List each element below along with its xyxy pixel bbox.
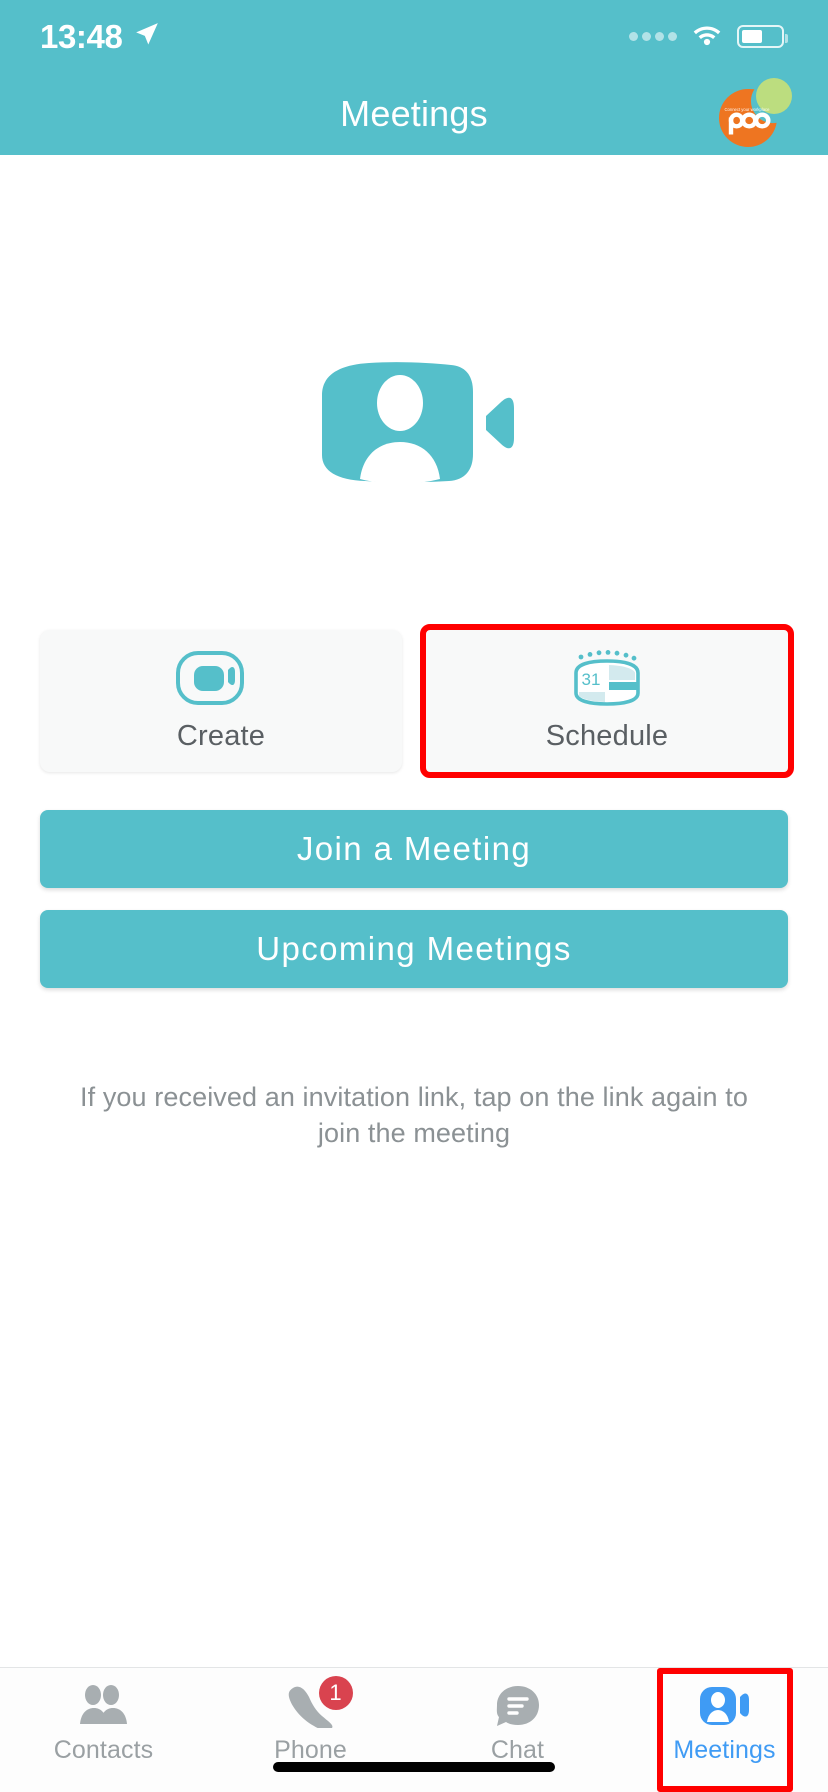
app-header: 13:48 Meetings Connect your workplace	[0, 0, 828, 155]
tab-phone-label: Phone	[274, 1736, 347, 1764]
tab-meetings[interactable]: Meetings	[621, 1682, 828, 1778]
create-card-label: Create	[176, 719, 266, 752]
phone-handset-icon: 1	[285, 1676, 353, 1728]
video-person-icon	[314, 355, 514, 490]
home-indicator	[273, 1762, 555, 1772]
tab-meetings-label: Meetings	[673, 1736, 776, 1764]
schedule-card-label: Schedule	[545, 719, 669, 752]
main-content: Create 31 Schedule Join a Meeting Upcomi…	[0, 155, 828, 1667]
svg-text:Connect your workplace: Connect your workplace	[725, 107, 771, 112]
battery-icon	[737, 24, 788, 48]
meetings-video-icon	[697, 1682, 753, 1728]
signal-dots-icon	[629, 31, 677, 41]
join-meeting-button[interactable]: Join a Meeting	[40, 810, 788, 888]
contacts-people-icon	[76, 1682, 132, 1728]
helper-text: If you received an invitation link, tap …	[80, 1082, 748, 1148]
avatar-logo-icon[interactable]: Connect your workplace	[714, 75, 792, 153]
tab-chat-label: Chat	[490, 1736, 545, 1764]
video-camera-icon	[174, 650, 268, 706]
schedule-meeting-card[interactable]: 31 Schedule	[420, 624, 794, 778]
status-bar-left: 13:48	[40, 20, 160, 53]
app-root: 13:48 Meetings Connect your workplace Cr…	[0, 0, 828, 1792]
status-bar-right	[629, 22, 788, 51]
status-time: 13:48	[40, 17, 123, 55]
upcoming-meetings-button[interactable]: Upcoming Meetings	[40, 910, 788, 988]
quick-action-cards: Create 31 Schedule	[40, 624, 794, 778]
navigation-bar: Meetings Connect your workplace	[0, 72, 828, 155]
chat-bubble-icon	[493, 1682, 543, 1728]
svg-text:31: 31	[582, 670, 601, 689]
status-bar: 13:48	[0, 0, 828, 72]
page-title: Meetings	[340, 92, 488, 134]
location-arrow-icon	[134, 21, 160, 52]
bottom-tab-bar: Contacts 1 Phone Chat Meetings	[0, 1667, 828, 1792]
tab-contacts-label: Contacts	[53, 1736, 154, 1764]
phone-badge: 1	[318, 1676, 353, 1710]
create-meeting-card[interactable]: Create	[40, 630, 402, 772]
tab-contacts[interactable]: Contacts	[0, 1682, 207, 1778]
wifi-icon	[691, 22, 723, 51]
primary-actions: Join a Meeting Upcoming Meetings	[40, 810, 788, 988]
calendar-31-icon: 31	[560, 649, 654, 706]
